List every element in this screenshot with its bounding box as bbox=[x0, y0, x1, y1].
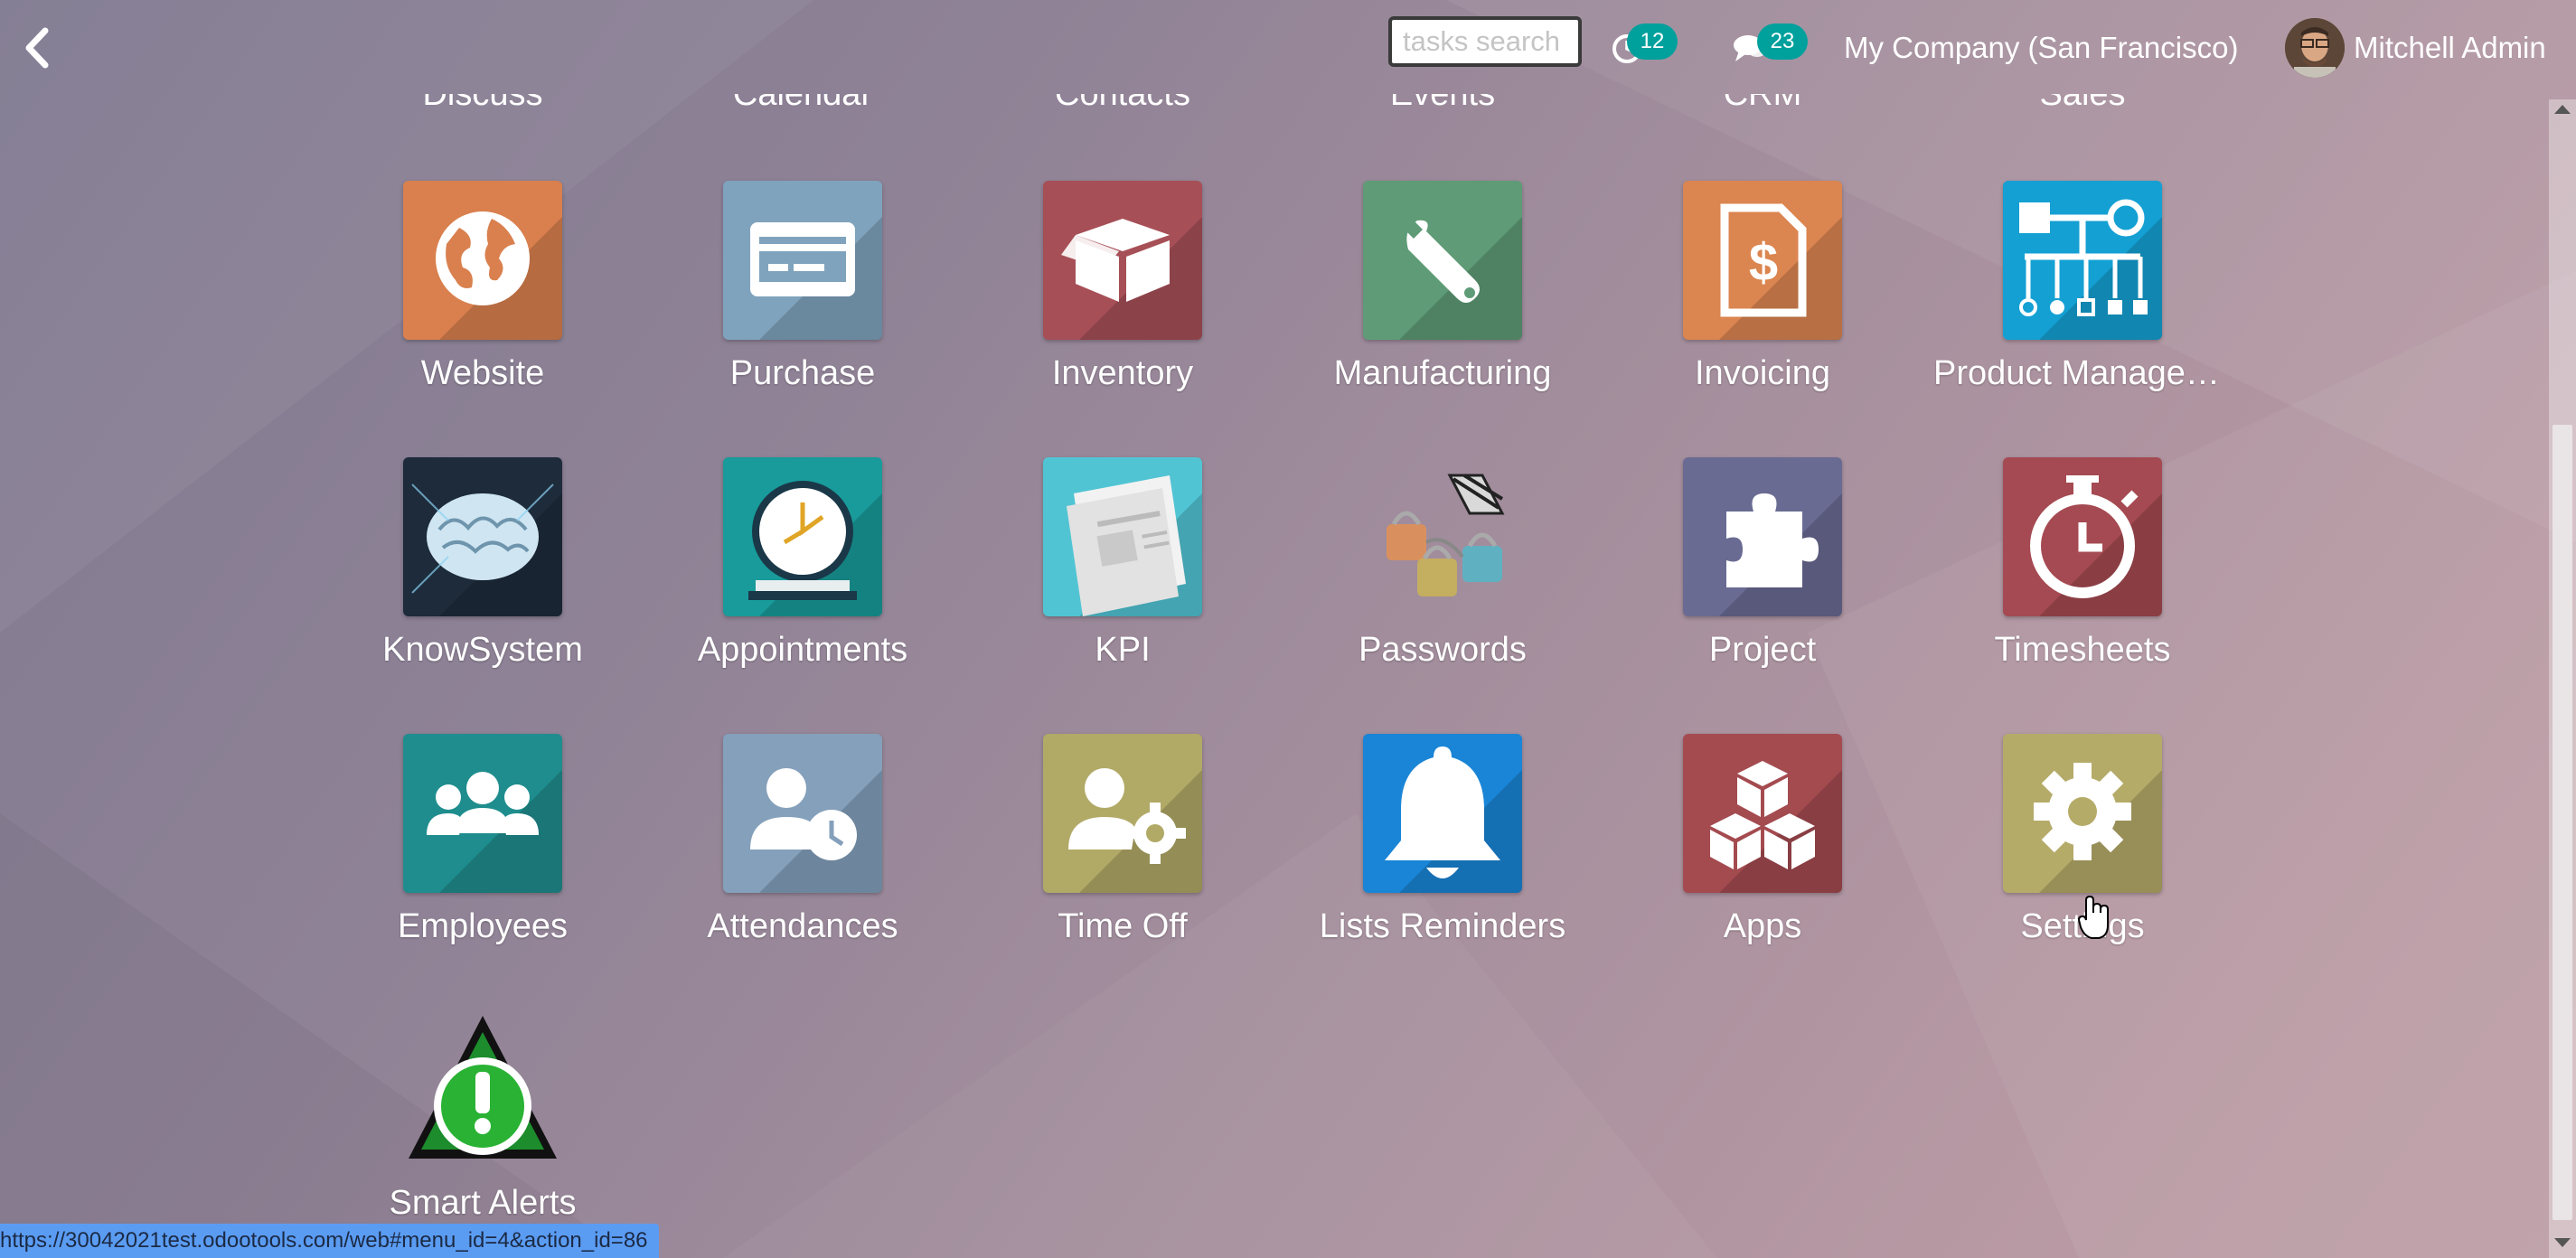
messages-count-badge: 23 bbox=[1757, 23, 1808, 60]
back-arrow-icon[interactable] bbox=[16, 25, 61, 70]
user-clock-icon bbox=[723, 734, 882, 893]
app-label: Manufacturing bbox=[1333, 354, 1552, 392]
hand-cursor-icon bbox=[2077, 895, 2109, 939]
bell-icon bbox=[1363, 734, 1522, 893]
app-label: Inventory bbox=[1051, 354, 1194, 392]
app-purchase[interactable]: Purchase bbox=[653, 181, 952, 393]
padlocks-icon bbox=[1363, 457, 1522, 616]
app-label: Time Off bbox=[1058, 907, 1188, 945]
app-label: KnowSystem bbox=[382, 631, 583, 669]
app-crm[interactable]: CRM bbox=[1627, 94, 1898, 114]
app-attendances[interactable]: Attendances bbox=[653, 734, 952, 946]
clock-icon bbox=[723, 457, 882, 616]
scroll-up-arrow[interactable] bbox=[2554, 105, 2571, 114]
app-employees[interactable]: Employees bbox=[334, 734, 632, 946]
stopwatch-icon bbox=[2003, 457, 2162, 616]
app-label: Invoicing bbox=[1695, 354, 1830, 392]
product-tree-icon bbox=[2003, 181, 2162, 340]
scroll-down-arrow[interactable] bbox=[2554, 1238, 2571, 1247]
app-label: Employees bbox=[398, 907, 568, 945]
app-product-managem[interactable]: Product Managem... bbox=[1933, 181, 2232, 393]
app-kpi[interactable]: KPI bbox=[973, 457, 1272, 670]
app-label: Discuss bbox=[422, 94, 543, 113]
invoice-icon: $ bbox=[1683, 181, 1842, 340]
app-label: Timesheets bbox=[1994, 631, 2171, 669]
box-icon bbox=[1043, 181, 1202, 340]
credit-card-icon bbox=[723, 181, 882, 340]
app-appointments[interactable]: Appointments bbox=[653, 457, 952, 670]
app-knowsystem[interactable]: KnowSystem bbox=[334, 457, 632, 670]
app-label: CRM bbox=[1723, 94, 1802, 113]
app-label: Contacts bbox=[1055, 94, 1190, 113]
user-avatar[interactable] bbox=[2285, 18, 2345, 78]
app-invoicing[interactable]: $ Invoicing bbox=[1613, 181, 1912, 393]
app-inventory[interactable]: Inventory bbox=[973, 181, 1272, 393]
app-label: Attendances bbox=[707, 907, 898, 945]
app-label: Events bbox=[1389, 94, 1496, 113]
gear-icon bbox=[2003, 734, 2162, 893]
app-label: KPI bbox=[1095, 631, 1151, 669]
company-switcher[interactable]: My Company (San Francisco) bbox=[1844, 31, 2238, 65]
app-label: Smart Alerts bbox=[389, 1184, 577, 1222]
app-time-off[interactable]: Time Off bbox=[973, 734, 1272, 946]
app-label: Apps bbox=[1723, 907, 1802, 945]
app-label: Appointments bbox=[697, 631, 908, 669]
app-apps[interactable]: Apps bbox=[1613, 734, 1912, 946]
status-url-bar: https://30042021test.odootools.com/web#m… bbox=[0, 1224, 659, 1258]
app-passwords[interactable]: Passwords bbox=[1293, 457, 1592, 670]
app-calendar[interactable]: Calendar bbox=[667, 94, 938, 114]
globe-icon bbox=[403, 181, 562, 340]
app-timesheets[interactable]: Timesheets bbox=[1933, 457, 2232, 670]
app-label: Calendar bbox=[732, 94, 873, 113]
tasks-search-input[interactable] bbox=[1388, 16, 1582, 67]
app-label: Sales bbox=[2039, 94, 2126, 113]
app-label: Product Managem... bbox=[1933, 354, 2232, 392]
scrollbar-thumb[interactable] bbox=[2552, 425, 2572, 1220]
alert-icon bbox=[403, 1010, 562, 1169]
cubes-icon bbox=[1683, 734, 1842, 893]
app-label: Passwords bbox=[1359, 631, 1527, 669]
app-label: Project bbox=[1708, 631, 1817, 669]
user-menu[interactable]: Mitchell Admin bbox=[2354, 31, 2546, 65]
wrench-icon bbox=[1363, 181, 1522, 340]
app-discuss[interactable]: Discuss bbox=[347, 94, 618, 114]
app-events[interactable]: Events bbox=[1307, 94, 1578, 114]
app-manufacturing[interactable]: Manufacturing bbox=[1293, 181, 1592, 393]
users-icon bbox=[403, 734, 562, 893]
app-label: Purchase bbox=[729, 354, 876, 392]
app-project[interactable]: Project bbox=[1613, 457, 1912, 670]
app-label: Website bbox=[420, 354, 545, 392]
svg-text:$: $ bbox=[1749, 233, 1778, 292]
app-lists-reminders[interactable]: Lists Reminders bbox=[1293, 734, 1592, 946]
app-contacts[interactable]: Contacts bbox=[987, 94, 1258, 114]
app-smart-alerts[interactable]: Smart Alerts bbox=[334, 1010, 632, 1223]
user-gear-icon bbox=[1043, 734, 1202, 893]
app-website[interactable]: Website bbox=[334, 181, 632, 393]
top-bar: 12 23 My Company (San Francisco) Mitchel… bbox=[0, 0, 2576, 99]
newspaper-icon bbox=[1043, 457, 1202, 616]
brain-icon bbox=[403, 457, 562, 616]
app-label: Lists Reminders bbox=[1319, 907, 1566, 945]
app-sales[interactable]: Sales bbox=[1947, 94, 2218, 114]
puzzle-icon bbox=[1683, 457, 1842, 616]
activity-count-badge: 12 bbox=[1627, 23, 1678, 60]
